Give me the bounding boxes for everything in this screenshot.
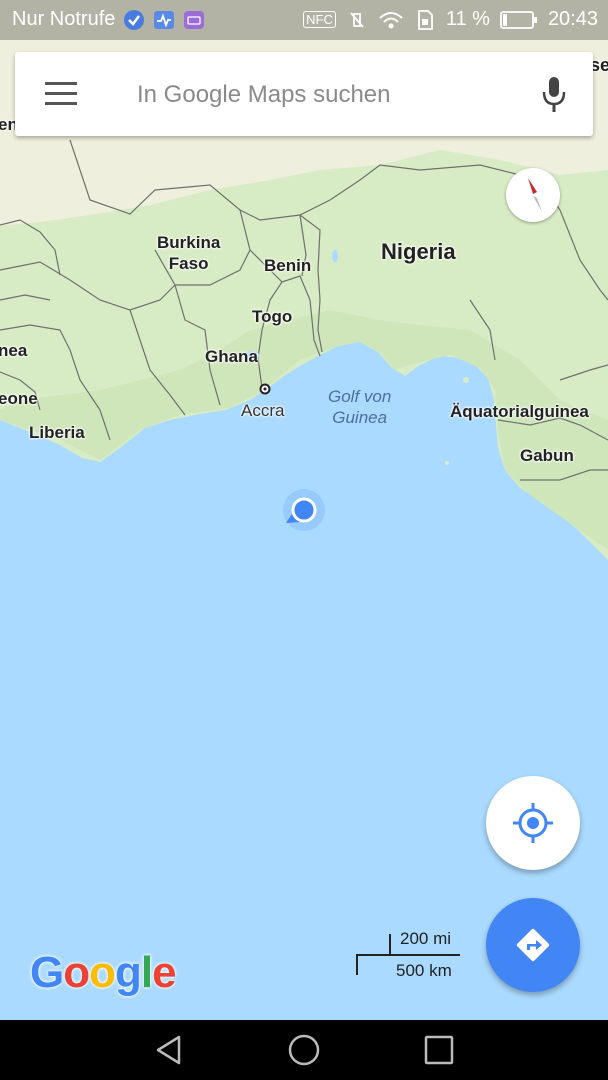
label-gulf-of-guinea: Golf von Guinea: [328, 386, 391, 428]
logo-letter-g1: G: [30, 948, 64, 997]
label-sierra-leone-fragment: eone: [0, 389, 38, 408]
label-gulf-line1: Golf von: [328, 387, 392, 406]
label-equatorial-guinea: Äquatorialguinea: [450, 402, 589, 421]
logo-letter-l: l: [140, 948, 153, 997]
lake-kainji: [332, 250, 338, 262]
health-app-icon: [154, 10, 175, 29]
battery-icon: [500, 10, 537, 29]
menu-icon[interactable]: [45, 82, 77, 106]
battery-percent: 11 %: [445, 8, 490, 30]
label-nigeria: Nigeria: [381, 239, 456, 264]
label-burkina: Burkina: [157, 233, 221, 252]
compass-button[interactable]: [506, 168, 560, 222]
directions-button[interactable]: [486, 898, 580, 992]
recents-icon[interactable]: [423, 1034, 455, 1066]
status-bar-right: NFC 11 % 20:43: [303, 8, 598, 31]
logo-letter-e: e: [152, 948, 177, 997]
label-accra: Accra: [241, 401, 285, 420]
google-logo: Google: [30, 948, 177, 998]
keyboard-app-icon: [184, 10, 205, 29]
label-gabon: Gabun: [520, 446, 574, 465]
status-bar-left: Nur Notrufe: [12, 8, 205, 31]
location-dot: [291, 497, 317, 523]
system-nav-bar: [0, 1020, 608, 1080]
label-liberia: Liberia: [29, 423, 85, 442]
label-benin: Benin: [264, 256, 312, 275]
label-ghana: Ghana: [205, 347, 258, 366]
mic-icon[interactable]: [541, 76, 567, 114]
sim-card-icon: [417, 9, 433, 30]
label-burkina-faso: Burkina Faso: [157, 232, 220, 274]
map-scale: 200 mi 500 km: [356, 928, 466, 980]
search-input[interactable]: [135, 74, 529, 116]
label-gulf-line2: Guinea: [332, 408, 388, 427]
carrier-text: Nur Notrufe: [12, 8, 116, 30]
logo-letter-o2: o: [89, 948, 116, 997]
label-togo: Togo: [252, 307, 293, 326]
logo-letter-o1: o: [63, 948, 90, 997]
compass-icon: [528, 178, 542, 212]
my-location-icon: [513, 803, 553, 843]
logo-letter-g2: g: [115, 948, 142, 997]
status-bar: Nur Notrufe NFC 11 % 20:43: [0, 0, 608, 40]
scale-imperial: 200 mi: [400, 929, 452, 948]
wifi-icon: [379, 11, 403, 28]
search-bar[interactable]: [15, 52, 593, 136]
verified-check-icon: [124, 9, 145, 30]
my-location-button[interactable]: [486, 776, 580, 870]
scale-metric: 500 km: [396, 961, 452, 980]
home-icon[interactable]: [288, 1034, 320, 1066]
clock: 20:43: [547, 8, 598, 30]
label-guinea-fragment: nea: [0, 341, 28, 360]
label-faso: Faso: [168, 254, 209, 273]
back-icon[interactable]: [153, 1034, 185, 1066]
nfc-icon: NFC: [303, 11, 336, 28]
directions-icon: [516, 928, 550, 962]
vibrate-muted-icon: [350, 11, 364, 28]
